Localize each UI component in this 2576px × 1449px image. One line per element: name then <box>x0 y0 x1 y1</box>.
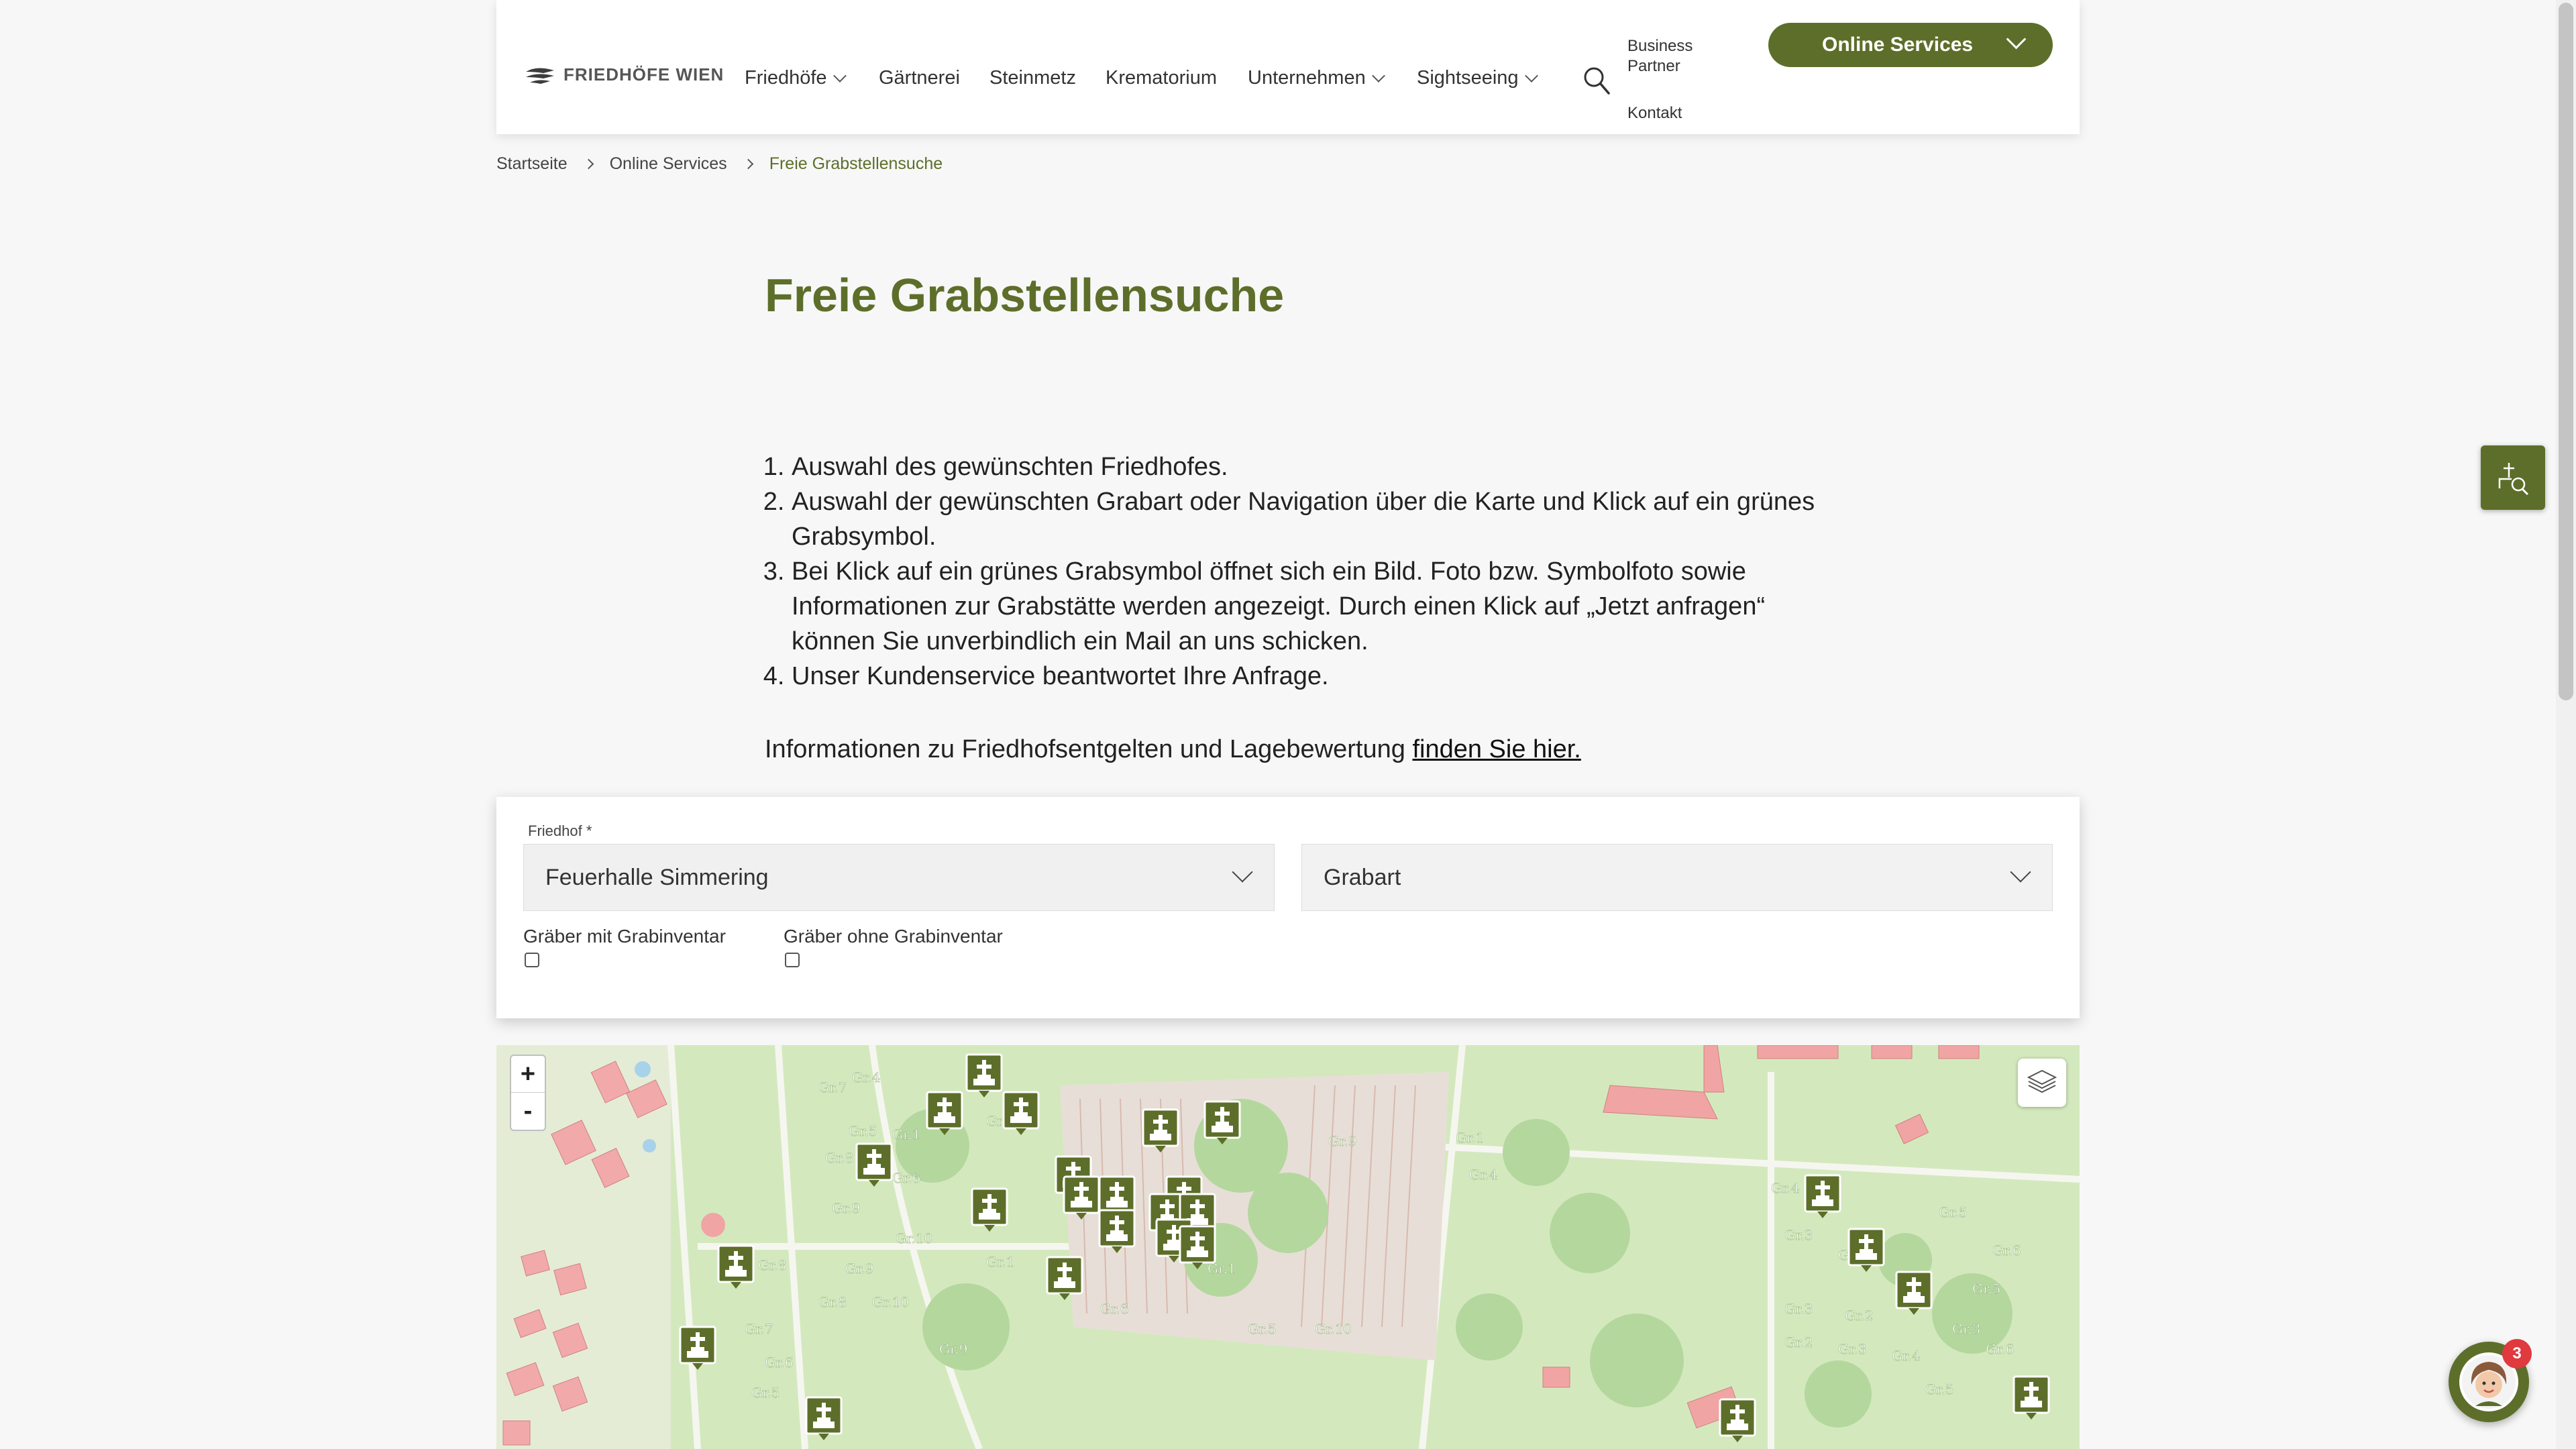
map-label: Gr.5 <box>751 1385 780 1401</box>
nav-label: Gärtnerei <box>879 67 960 89</box>
chat-notification-badge: 3 <box>2502 1339 2532 1368</box>
map-label: Gr.9 <box>1328 1133 1356 1149</box>
page-title: Freie Grabstellensuche <box>765 269 1285 321</box>
map-label: Gr.10 <box>896 1230 932 1246</box>
nav-friedhoefe[interactable]: Friedhöfe <box>745 67 847 89</box>
nav-label: Friedhöfe <box>745 67 827 89</box>
nav-sightseeing[interactable]: Sightseeing <box>1417 67 1538 89</box>
map-label: Gr.8 <box>825 1150 853 1166</box>
map-label: Gr.6 <box>892 1170 920 1186</box>
map-label: Gr.2 <box>1784 1334 1813 1350</box>
fee-info: Informationen zu Friedhofsentgelten und … <box>765 735 1581 764</box>
grave-search-icon <box>2498 463 2529 496</box>
map-label: Gr.8 <box>758 1257 786 1273</box>
map-label: Gr.6 <box>1986 1341 2014 1357</box>
nav-label: Steinmetz <box>989 67 1076 89</box>
nav-krematorium[interactable]: Krematorium <box>1106 67 1217 89</box>
online-services-label: Online Services <box>1822 34 1974 56</box>
map-label: Gr.6 <box>1992 1242 2021 1258</box>
map-label: Gr.4 <box>852 1069 880 1085</box>
nav-label: Unternehmen <box>1248 67 1366 89</box>
map-label: Gr.5 <box>849 1123 877 1139</box>
cemetery-map[interactable]: Gr.7 Gr.4 Gr.5 Gr.8 Gr.1 Gr.6 Gr.9 Gr.10… <box>496 1045 2080 1449</box>
map-label: Gr.3 <box>1952 1321 1980 1337</box>
map-label: Gr.3 <box>1784 1301 1813 1317</box>
nav-steinmetz[interactable]: Steinmetz <box>989 67 1076 89</box>
map-label: Gr.3 <box>1838 1341 1866 1357</box>
checkbox-with-label: Gräber mit Grabinventar <box>523 926 726 947</box>
business-partner-link[interactable]: Business Partner <box>1627 36 1701 76</box>
map-label: Gr.1 <box>986 1254 1014 1270</box>
layers-button[interactable] <box>2018 1059 2066 1107</box>
breadcrumb: Startseite Online Services Freie Grabste… <box>496 154 943 174</box>
chevron-down-icon <box>833 68 847 83</box>
nav-unternehmen[interactable]: Unternehmen <box>1248 67 1385 89</box>
map-label: Gr.9 <box>939 1341 967 1357</box>
list-item: Auswahl des gewünschten Friedhofes. <box>792 449 1831 484</box>
map-label: Gr.3 <box>1784 1227 1813 1243</box>
chevron-right-icon <box>743 158 753 170</box>
map-canvas[interactable]: Gr.7 Gr.4 Gr.5 Gr.8 Gr.1 Gr.6 Gr.9 Gr.10… <box>496 1045 2080 1449</box>
breadcrumb-online-services[interactable]: Online Services <box>610 154 727 174</box>
filter-panel: Friedhof * Feuerhalle Simmering Grabart … <box>496 797 2080 1018</box>
grave-search-tool-button[interactable] <box>2481 445 2545 510</box>
breadcrumb-home[interactable]: Startseite <box>496 154 568 174</box>
map-label: Gr.9 <box>832 1200 860 1216</box>
grabart-select-placeholder: Grabart <box>1324 864 1401 890</box>
map-label: Gr.10 <box>872 1294 909 1310</box>
fee-info-link[interactable]: finden Sie hier. <box>1412 735 1580 763</box>
online-services-button[interactable]: Online Services <box>1768 23 2053 67</box>
kontakt-link[interactable]: Kontakt <box>1627 103 1682 123</box>
logo-icon <box>526 67 554 84</box>
chevron-down-icon <box>1371 68 1385 83</box>
search-icon[interactable] <box>1583 66 1610 95</box>
list-item: Bei Klick auf ein grünes Grabsymbol öffn… <box>792 554 1831 659</box>
map-label: Gr.6 <box>765 1354 793 1371</box>
zoom-out-button[interactable]: - <box>511 1093 545 1129</box>
map-label: Gr.9 <box>845 1260 873 1277</box>
logo-text: FRIEDHÖFE WIEN <box>564 64 724 85</box>
map-label: Gr.5 <box>1939 1204 1967 1220</box>
nav-label: Sightseeing <box>1417 67 1519 89</box>
map-label: Gr.4 <box>1771 1180 1799 1196</box>
map-label: Gr.8 <box>818 1294 847 1310</box>
checkbox-without-inventory[interactable] <box>785 953 800 967</box>
logo[interactable]: FRIEDHÖFE WIEN <box>523 64 724 85</box>
breadcrumb-current: Freie Grabstellensuche <box>769 154 943 173</box>
map-zoom-control: + - <box>510 1055 546 1131</box>
chevron-down-icon <box>2006 29 2027 50</box>
layers-icon <box>2027 1069 2057 1093</box>
friedhof-select-value: Feuerhalle Simmering <box>545 864 769 890</box>
chevron-right-icon <box>583 158 594 170</box>
nav-label: Krematorium <box>1106 67 1217 89</box>
grabart-select[interactable]: Grabart <box>1301 844 2053 911</box>
friedhof-label: Friedhof * <box>528 822 592 839</box>
friedhof-select[interactable]: Feuerhalle Simmering <box>523 844 1275 911</box>
map-label: Gr.4 <box>1469 1167 1497 1183</box>
zoom-in-button[interactable]: + <box>511 1056 545 1092</box>
map-label: Gr.4 <box>1892 1348 1920 1364</box>
chevron-down-icon <box>2010 861 2031 883</box>
instruction-list: Auswahl des gewünschten Friedhofes. Ausw… <box>765 449 1831 694</box>
scrollbar-thumb[interactable] <box>2559 3 2573 700</box>
checkbox-with-inventory[interactable] <box>525 953 539 967</box>
map-label: Gr.10 <box>1315 1321 1352 1337</box>
map-label: Gr.1 <box>1456 1130 1484 1146</box>
map-label: Gr.5 <box>1972 1281 2000 1297</box>
chevron-down-icon <box>1524 68 1538 83</box>
map-label: Gr.5 <box>1248 1321 1276 1337</box>
chevron-down-icon <box>1232 861 1253 883</box>
map-label: Gr.7 <box>745 1321 773 1337</box>
list-item: Auswahl der gewünschten Grabart oder Nav… <box>792 484 1831 554</box>
map-label: Gr.1 <box>892 1126 920 1142</box>
fee-info-text: Informationen zu Friedhofsentgelten und … <box>765 735 1413 763</box>
site-header: FRIEDHÖFE WIEN Friedhöfe Gärtnerei Stein… <box>496 0 2080 134</box>
map-label: Gr.7 <box>818 1079 847 1095</box>
nav-gaertnerei[interactable]: Gärtnerei <box>879 67 960 89</box>
map-label: Gr.2 <box>1845 1307 1873 1324</box>
map-label: Gr.6 <box>1100 1301 1128 1317</box>
map-label: Gr.5 <box>1925 1381 1953 1397</box>
checkbox-without-label: Gräber ohne Grabinventar <box>784 926 1003 947</box>
list-item: Unser Kundenservice beantwortet Ihre Anf… <box>792 659 1831 694</box>
